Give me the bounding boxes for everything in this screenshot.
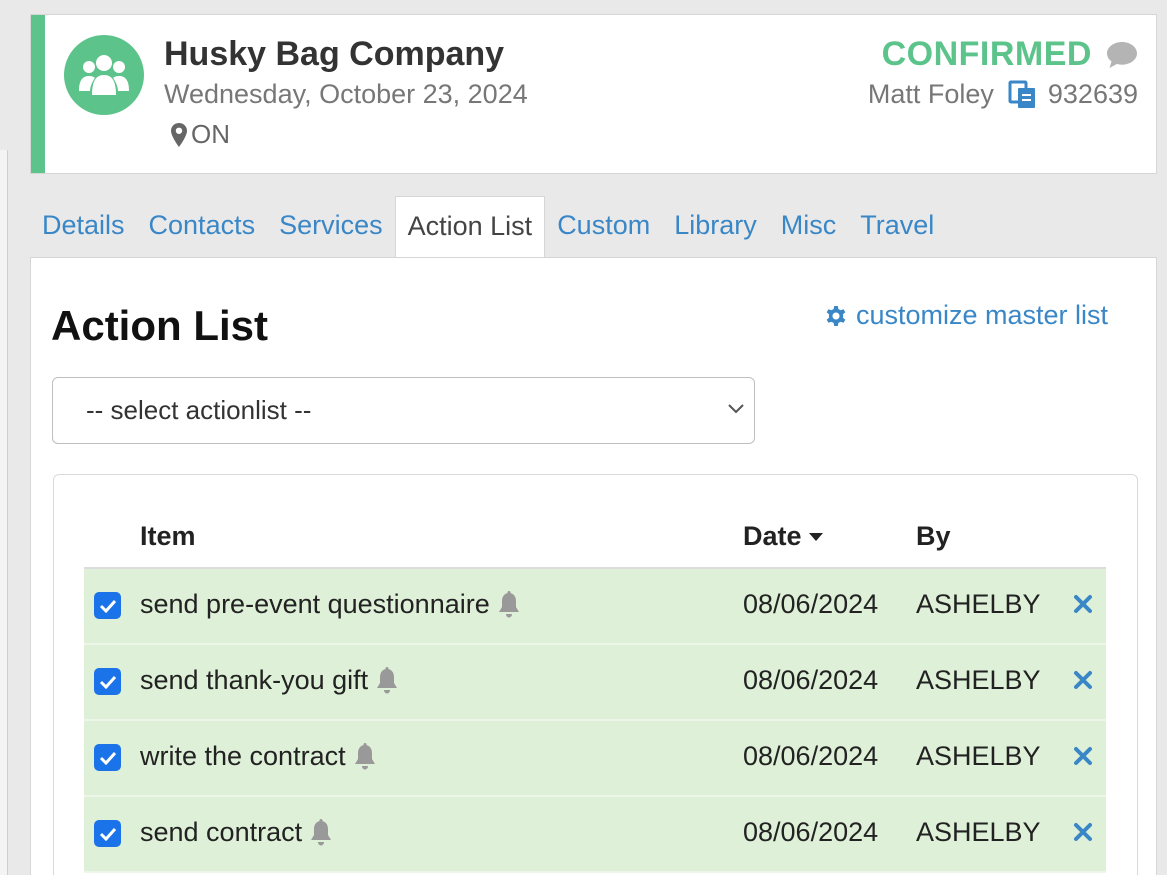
- event-location: ON: [171, 119, 230, 150]
- close-icon[interactable]: [1072, 821, 1094, 843]
- event-header: Husky Bag Company Wednesday, October 23,…: [30, 14, 1157, 174]
- tab-bar: Details Contacts Services Action List Cu…: [30, 196, 946, 258]
- bell-icon[interactable]: [496, 590, 522, 619]
- status-accent-bar: [31, 15, 45, 173]
- map-pin-icon: [171, 122, 187, 147]
- tab-details[interactable]: Details: [30, 196, 137, 258]
- users-group-icon: [64, 35, 144, 115]
- close-icon[interactable]: [1072, 745, 1094, 767]
- contact-name: Matt Foley: [867, 79, 994, 109]
- table-row: send thank-you gift 08/06/2024 ASHELBY: [84, 645, 1106, 721]
- row-date: 08/06/2024: [743, 589, 879, 619]
- table-row: send contract 08/06/2024 ASHELBY: [84, 797, 1106, 873]
- bell-icon[interactable]: [308, 818, 334, 847]
- status-badge: CONFIRMED: [881, 35, 1092, 73]
- actionlist-select-value: -- select actionlist --: [86, 395, 312, 425]
- page-title: Action List: [51, 302, 268, 349]
- tab-action-list[interactable]: Action List: [394, 196, 546, 258]
- bell-icon[interactable]: [352, 742, 378, 771]
- row-date: 08/06/2024: [743, 817, 879, 847]
- column-header-by: By: [916, 521, 951, 551]
- document-number[interactable]: 932639: [1008, 79, 1138, 110]
- tab-travel[interactable]: Travel: [848, 196, 946, 258]
- row-date: 08/06/2024: [743, 665, 879, 695]
- row-by: ASHELBY: [916, 665, 1041, 695]
- action-list-panel: Action List customize master list -- sel…: [30, 257, 1157, 875]
- row-item-text: write the contract: [140, 741, 346, 771]
- documents-icon: [1008, 80, 1035, 108]
- row-checkbox[interactable]: [94, 820, 121, 847]
- customize-label: customize master list: [855, 300, 1108, 330]
- gear-icon: [826, 305, 846, 326]
- table-row: write the contract 08/06/2024 ASHELBY: [84, 721, 1106, 797]
- column-header-date-label: Date: [743, 521, 802, 551]
- document-number-text: 932639: [1047, 79, 1138, 109]
- row-item-text: send contract: [140, 817, 303, 847]
- column-header-date[interactable]: Date: [743, 521, 824, 552]
- row-item: send thank-you gift: [140, 665, 400, 696]
- event-date: Wednesday, October 23, 2024: [164, 79, 528, 109]
- row-by: ASHELBY: [916, 741, 1041, 771]
- row-date: 08/06/2024: [743, 741, 879, 771]
- tab-contacts[interactable]: Contacts: [137, 196, 268, 258]
- table-row: send pre-event questionnaire 08/06/2024 …: [84, 569, 1106, 645]
- row-item: send pre-event questionnaire: [140, 589, 522, 620]
- row-by: ASHELBY: [916, 817, 1041, 847]
- tab-services[interactable]: Services: [267, 196, 395, 258]
- customize-master-list-link[interactable]: customize master list: [824, 300, 1108, 331]
- tab-custom[interactable]: Custom: [545, 196, 662, 258]
- caret-down-icon: [808, 532, 823, 541]
- company-name: Husky Bag Company: [164, 35, 505, 73]
- close-icon[interactable]: [1072, 593, 1094, 615]
- table-header: Item Date By: [84, 505, 1106, 569]
- action-items-table: Item Date By send pre-event questionnair…: [53, 474, 1138, 875]
- row-item-text: send thank-you gift: [140, 665, 369, 695]
- tab-misc[interactable]: Misc: [769, 196, 849, 258]
- close-icon[interactable]: [1072, 669, 1094, 691]
- bell-icon[interactable]: [374, 666, 400, 695]
- table-body: send pre-event questionnaire 08/06/2024 …: [84, 569, 1106, 873]
- event-meta: Matt Foley 932639: [868, 79, 1138, 110]
- left-sidebar-edge: [0, 150, 8, 875]
- row-checkbox[interactable]: [94, 744, 121, 771]
- chevron-down-icon: [728, 404, 744, 414]
- actionlist-select[interactable]: -- select actionlist --: [52, 377, 755, 444]
- row-checkbox[interactable]: [94, 592, 121, 619]
- row-item: write the contract: [140, 741, 378, 772]
- column-header-item: Item: [140, 521, 196, 551]
- row-item: send contract: [140, 817, 334, 848]
- row-by: ASHELBY: [916, 589, 1041, 619]
- row-checkbox[interactable]: [94, 668, 121, 695]
- row-item-text: send pre-event questionnaire: [140, 589, 490, 619]
- location-text: ON: [191, 119, 230, 149]
- tab-library[interactable]: Library: [662, 196, 769, 258]
- comment-icon[interactable]: [1106, 41, 1138, 69]
